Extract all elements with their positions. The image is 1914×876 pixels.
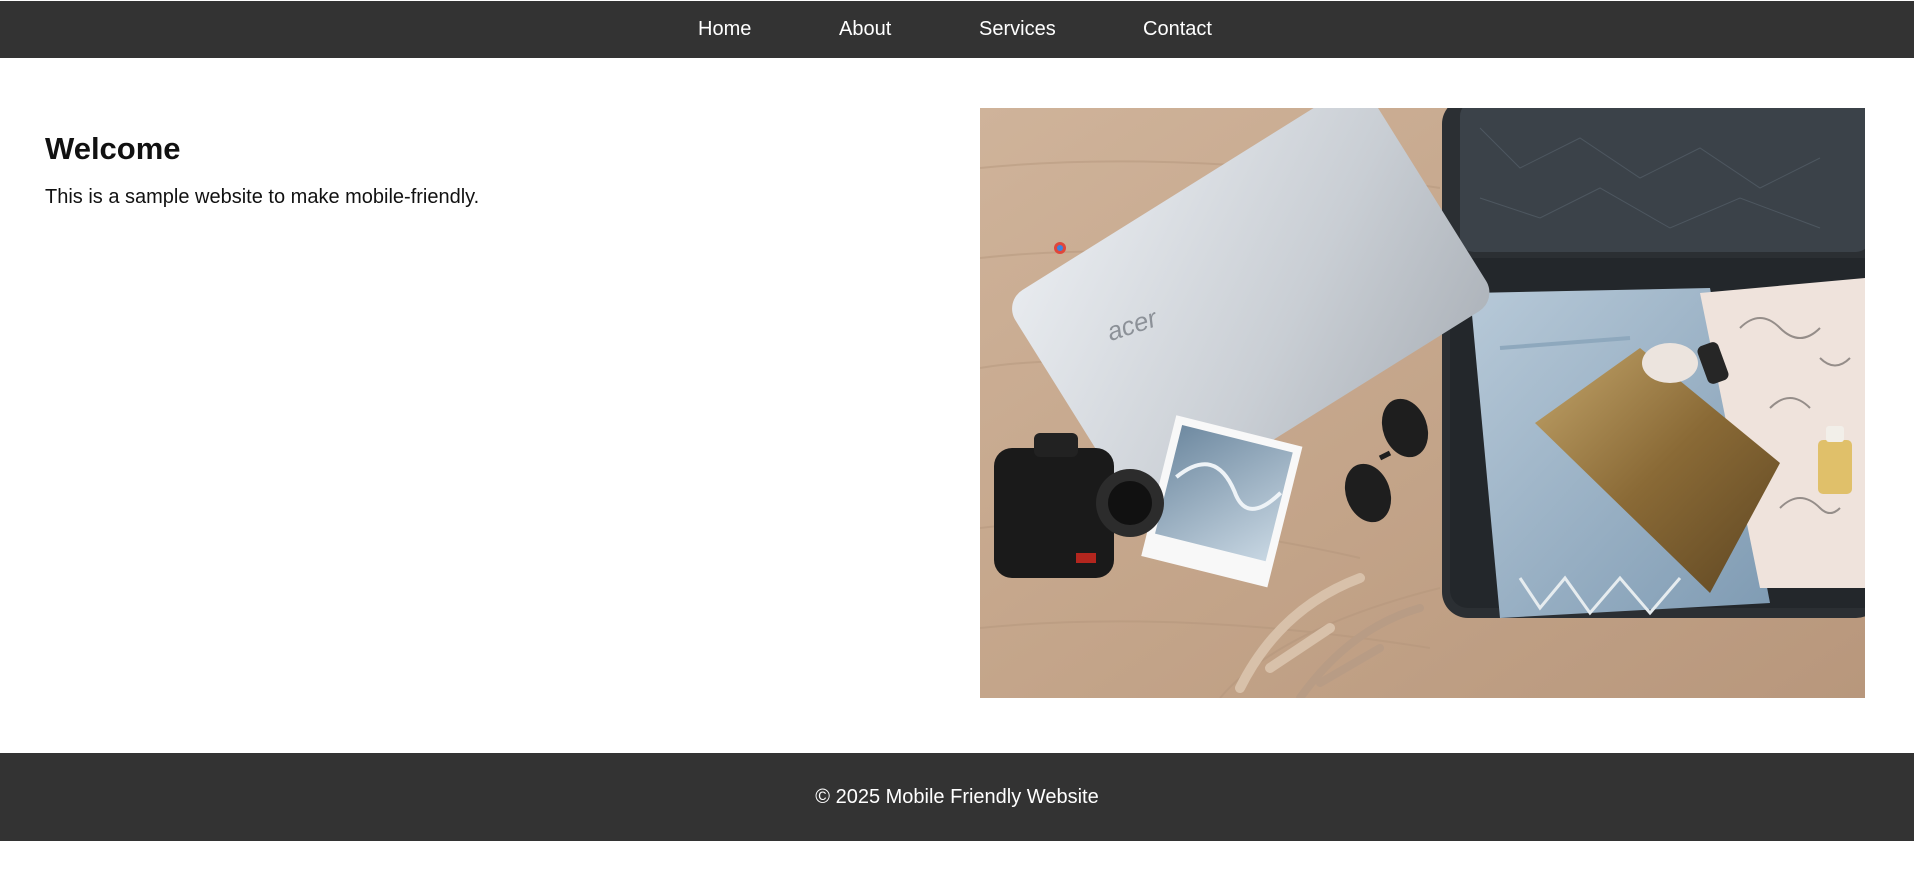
footer-copyright-text: © 2025 Mobile Friendly Website <box>815 786 1099 808</box>
top-navigation-bar: Home About Services Contact <box>0 1 1914 58</box>
nav-link-about[interactable]: About <box>839 1 891 58</box>
intro-section: Welcome This is a sample website to make… <box>45 128 925 210</box>
hero-image: acer <box>980 108 1865 698</box>
nav-link-home[interactable]: Home <box>698 1 751 58</box>
page-heading: Welcome <box>45 131 181 166</box>
nav-link-contact[interactable]: Contact <box>1143 1 1212 58</box>
intro-paragraph: This is a sample website to make mobile-… <box>45 186 480 208</box>
travel-flatlay-photo: acer <box>980 108 1865 698</box>
page-footer: © 2025 Mobile Friendly Website <box>0 753 1914 841</box>
nav-link-services[interactable]: Services <box>979 1 1056 58</box>
